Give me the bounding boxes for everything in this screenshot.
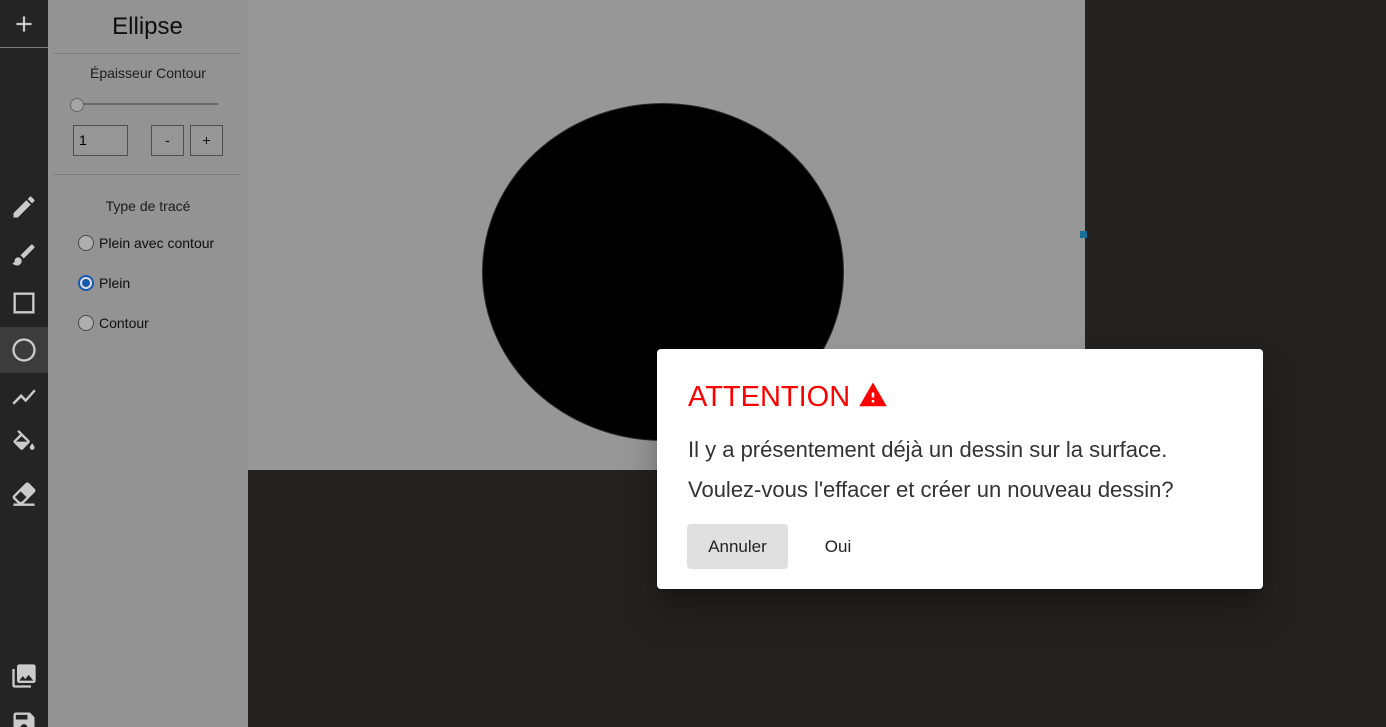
warning-icon (859, 382, 887, 406)
cancel-button[interactable]: Annuler (687, 524, 788, 569)
dialog-title-text: ATTENTION (688, 381, 851, 413)
confirmation-dialog: ATTENTION Il y a présentement déjà un de… (657, 349, 1263, 589)
dialog-message-line1: Il y a présentement déjà un dessin sur l… (688, 437, 1168, 462)
dialog-title: ATTENTION (688, 381, 888, 414)
confirm-button[interactable]: Oui (802, 524, 874, 569)
dialog-message-line2: Voulez-vous l'effacer et créer un nouvea… (688, 477, 1174, 502)
